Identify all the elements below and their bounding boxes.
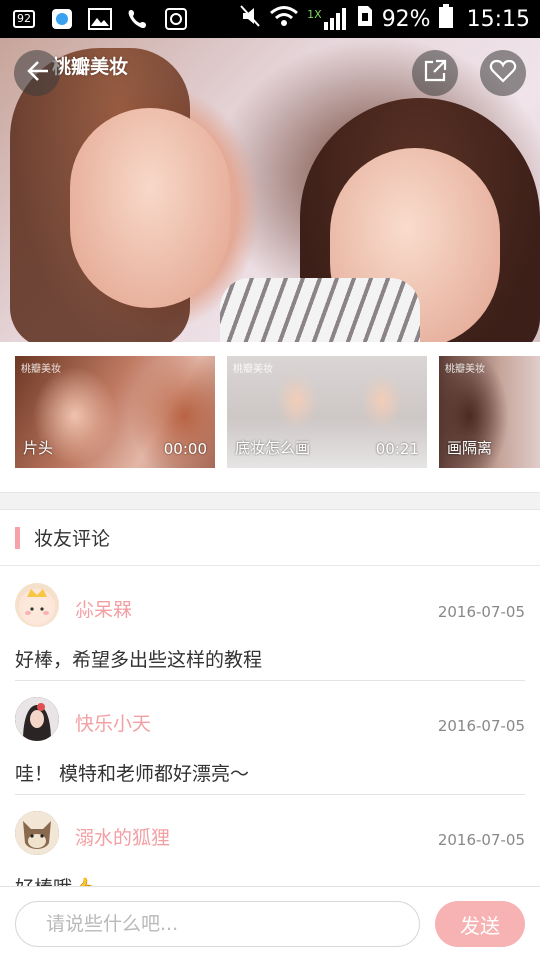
comment-item: 快乐小天 2016-07-05 哇！ 模特和老师都好漂亮～	[15, 681, 525, 795]
avatar[interactable]	[15, 583, 59, 627]
comment-item: 尛呆槑 2016-07-05 好棒，希望多出些这样的教程	[15, 567, 525, 681]
video-frame-figure	[70, 108, 230, 308]
chapter-time: 00:00	[163, 440, 207, 458]
share-icon	[422, 58, 448, 88]
comment-input-bar: 发送	[0, 886, 540, 960]
comment-date: 2016-07-05	[437, 831, 525, 849]
comment-date: 2016-07-05	[437, 717, 525, 735]
back-arrow-icon	[24, 58, 50, 88]
chapter-title: 底妆怎么画	[235, 439, 311, 457]
call-icon	[124, 7, 152, 31]
comment-username[interactable]: 快乐小天	[75, 709, 151, 736]
clock: 15:15	[466, 6, 530, 32]
share-button[interactable]	[412, 50, 458, 96]
send-button[interactable]: 发送	[435, 901, 525, 947]
avatar[interactable]	[15, 697, 59, 741]
video-frame-figure	[220, 278, 420, 342]
wifi-icon	[269, 5, 299, 33]
chapter-logo: 桃瓣美妆	[445, 364, 485, 375]
comment-text: 哇！ 模特和老师都好漂亮～	[15, 763, 250, 785]
back-button[interactable]	[14, 50, 60, 96]
chapter-time: 00:21	[375, 440, 419, 458]
heart-icon	[489, 58, 517, 88]
avatar[interactable]	[15, 811, 59, 855]
comment-text: 好棒，希望多出些这样的教程	[15, 649, 263, 671]
sim-icon	[356, 4, 374, 34]
chapter-item[interactable]: 桃瓣美妆 画隔离	[439, 356, 540, 468]
signal-icon: 1X	[307, 8, 348, 30]
comment-input[interactable]	[15, 901, 420, 947]
app-store-icon	[48, 7, 76, 31]
battery-icon	[438, 4, 453, 34]
comment-username[interactable]: 尛呆槑	[75, 595, 132, 622]
chapter-item[interactable]: 桃瓣美妆 片头 00:00	[15, 356, 215, 468]
notification-count-icon: 92	[10, 7, 38, 31]
chapter-logo: 桃瓣美妆	[21, 364, 61, 375]
chapter-list: 桃瓣美妆 片头 00:00 桃瓣美妆 底妆怎么画 00:21 桃瓣美妆 画隔离	[0, 342, 540, 492]
favorite-button[interactable]	[480, 50, 526, 96]
comment-username[interactable]: 溺水的狐狸	[75, 823, 170, 850]
chapter-logo: 桃瓣美妆	[233, 364, 273, 375]
battery-percent: 92%	[381, 6, 431, 32]
chapter-item[interactable]: 桃瓣美妆 底妆怎么画 00:21	[227, 356, 427, 468]
comments-title: 妆友评论	[34, 528, 111, 550]
chapter-title: 画隔离	[447, 439, 493, 457]
sync-icon	[162, 7, 190, 31]
section-accent-bar	[15, 526, 20, 549]
video-player[interactable]: 桃瓣美妆	[0, 38, 540, 342]
comments-header: 妆友评论	[0, 510, 540, 566]
section-divider	[0, 492, 540, 510]
image-icon	[86, 7, 114, 31]
status-bar: 92 1X 92% 15:15	[0, 0, 540, 38]
video-watermark: 桃瓣美妆	[52, 56, 129, 78]
chapter-title: 片头	[23, 439, 54, 457]
mute-icon	[239, 4, 261, 34]
comment-date: 2016-07-05	[437, 603, 525, 621]
